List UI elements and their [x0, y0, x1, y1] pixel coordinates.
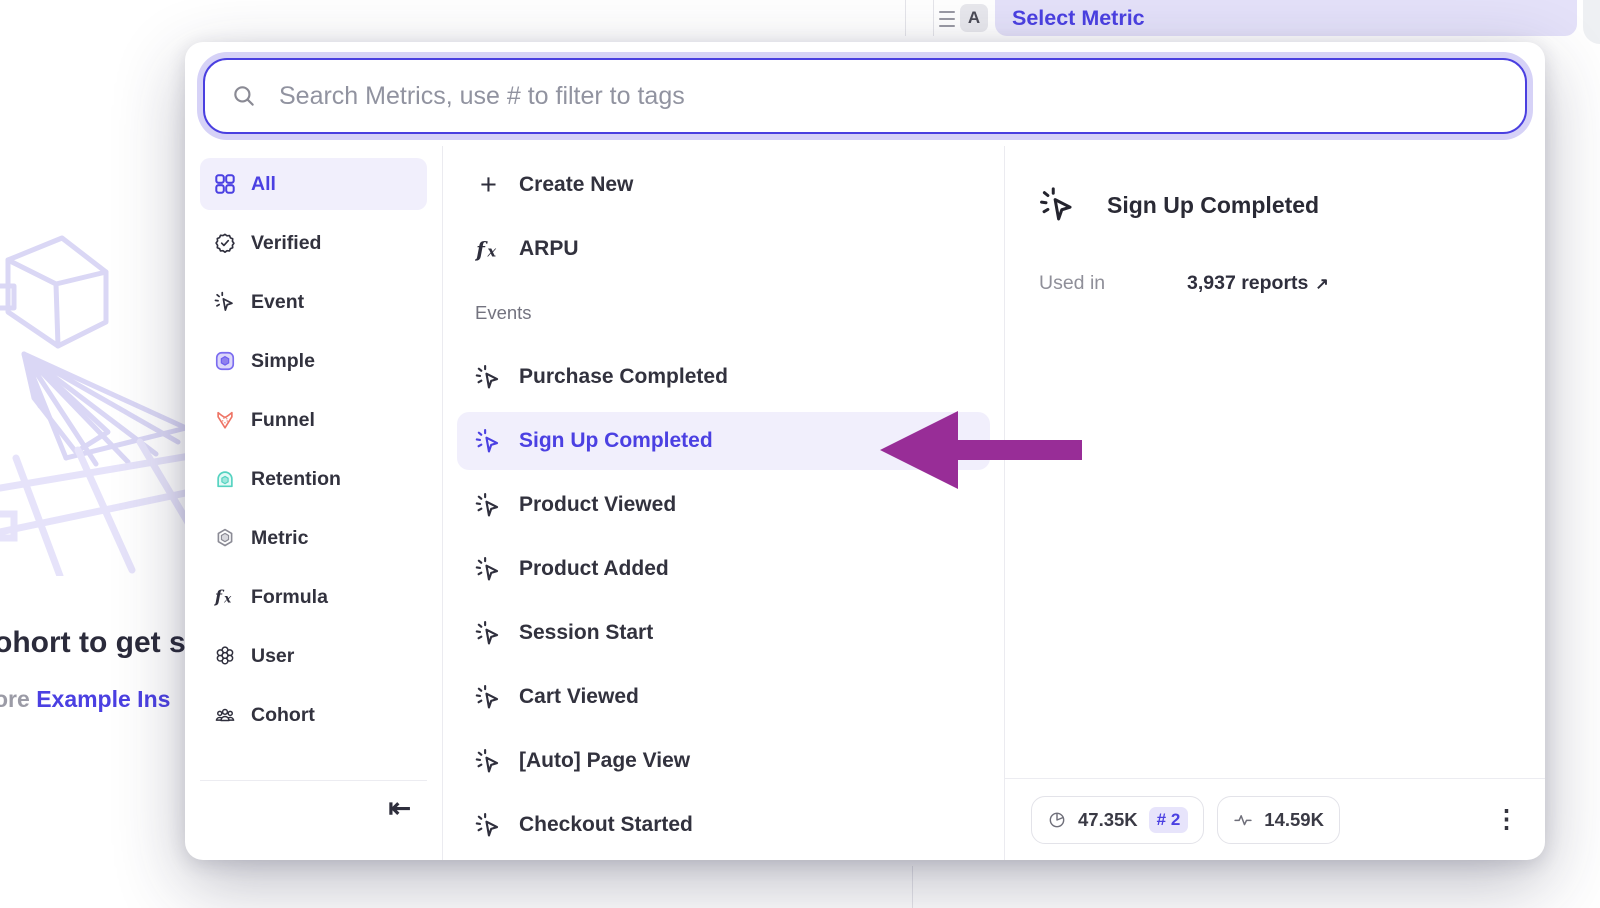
event-cursor-icon: [475, 556, 502, 583]
event-cursor-icon: [475, 748, 502, 775]
user-cluster-icon: [214, 645, 236, 667]
panel-divider-top-2: [933, 0, 934, 36]
sidebar-item-simple[interactable]: Simple: [200, 335, 427, 387]
details-title: Sign Up Completed: [1107, 192, 1319, 219]
event-cursor-icon: [475, 620, 502, 647]
sidebar-item-formula[interactable]: Formula: [200, 571, 427, 623]
sidebar-item-user[interactable]: User: [200, 630, 427, 682]
rank-badge: # 2: [1149, 807, 1189, 833]
cohort-people-icon: [214, 704, 236, 726]
sidebar-item-label: Simple: [251, 350, 315, 373]
list-item-product-added[interactable]: Product Added: [457, 540, 990, 598]
sidebar-item-event[interactable]: Event: [200, 276, 427, 328]
list-item-label: Cart Viewed: [519, 685, 639, 709]
drag-handle-icon[interactable]: [939, 9, 955, 29]
sidebar-item-label: Formula: [251, 586, 328, 609]
list-item-label: Session Start: [519, 621, 653, 645]
list-item-session-start[interactable]: Session Start: [457, 604, 990, 662]
list-item-label: Purchase Completed: [519, 365, 728, 389]
external-link-icon: ↗: [1315, 274, 1328, 294]
sidebar-item-label: User: [251, 645, 294, 668]
sidebar-item-label: All: [251, 173, 276, 196]
metric-details-panel: Sign Up Completed Used in 3,937 reports …: [1005, 146, 1545, 860]
stat-value: 47.35K: [1078, 809, 1138, 831]
list-item-label: Sign Up Completed: [519, 429, 713, 453]
sidebar-item-label: Retention: [251, 468, 341, 491]
event-cursor-icon: [475, 684, 502, 711]
event-cursor-icon: [214, 291, 236, 313]
metric-search-box[interactable]: [203, 58, 1527, 134]
select-metric-row[interactable]: Select Metric: [995, 0, 1577, 36]
annotation-arrow: [878, 404, 1084, 496]
events-section-header: Events: [457, 284, 990, 342]
list-item-label: ARPU: [519, 237, 579, 261]
pie-chart-icon: [1047, 810, 1067, 830]
sidebar-item-metric[interactable]: Metric: [200, 512, 427, 564]
event-cursor-icon: [1039, 186, 1077, 224]
used-in-reports-link[interactable]: 3,937 reports ↗: [1187, 272, 1329, 295]
list-item-arpu[interactable]: ARPU: [457, 220, 990, 278]
search-icon: [231, 83, 257, 109]
formula-fx-icon: [475, 236, 502, 263]
create-new-label: Create New: [519, 173, 633, 197]
list-item-label: Product Added: [519, 557, 669, 581]
list-item-label: Product Viewed: [519, 493, 676, 517]
list-item-auto-page-view[interactable]: [Auto] Page View: [457, 732, 990, 790]
plus-icon: +: [475, 171, 502, 200]
simple-board-icon: [214, 350, 236, 372]
used-in-row: Used in 3,937 reports ↗: [1039, 272, 1521, 295]
panel-divider-bottom: [912, 866, 913, 908]
sidebar-item-retention[interactable]: Retention: [200, 453, 427, 505]
event-cursor-icon: [475, 812, 502, 839]
sidebar-footer: ⇤: [200, 780, 427, 860]
formula-fx-icon: [214, 586, 236, 608]
metric-picker-dialog: All Verified Event Simple Funnel Retenti…: [185, 42, 1545, 860]
sidebar-item-verified[interactable]: Verified: [200, 217, 427, 269]
event-cursor-icon: [475, 492, 502, 519]
list-item-label: Checkout Started: [519, 813, 693, 837]
background-headline-fragment: ohort to get s: [0, 626, 186, 660]
metric-type-sidebar: All Verified Event Simple Funnel Retenti…: [185, 146, 443, 860]
pulse-icon: [1233, 810, 1253, 830]
panel-divider-top-1: [905, 0, 906, 36]
sidebar-item-funnel[interactable]: Funnel: [200, 394, 427, 446]
background-link-line: ore Example Ins: [0, 686, 170, 713]
funnel-icon: [214, 409, 236, 431]
more-options-icon[interactable]: ⋮: [1494, 807, 1519, 832]
example-insights-link[interactable]: Example Ins: [36, 686, 170, 712]
total-count-stat-pill[interactable]: 47.35K # 2: [1031, 796, 1204, 844]
sidebar-item-label: Verified: [251, 232, 321, 255]
collapse-left-icon[interactable]: ⇤: [388, 795, 411, 822]
list-item-purchase-completed[interactable]: Purchase Completed: [457, 348, 990, 406]
used-in-label: Used in: [1039, 272, 1187, 295]
select-metric-label: Select Metric: [1012, 6, 1145, 31]
sidebar-item-label: Event: [251, 291, 304, 314]
event-cursor-icon: [475, 428, 502, 455]
sidebar-item-all[interactable]: All: [200, 158, 427, 210]
event-cursor-icon: [475, 364, 502, 391]
background-link-prefix: ore: [0, 686, 36, 712]
sidebar-item-cohort[interactable]: Cohort: [200, 689, 427, 741]
details-footer: 47.35K # 2 14.59K ⋮: [1005, 778, 1545, 860]
details-header: Sign Up Completed: [1039, 186, 1521, 224]
verified-badge-icon: [214, 232, 236, 254]
series-a-badge: A: [960, 4, 988, 32]
background-wireframe-illustration: [0, 226, 190, 576]
panel-corner: [1583, 0, 1600, 44]
grid-icon: [214, 173, 236, 195]
search-input[interactable]: [277, 81, 1499, 112]
stat-value: 14.59K: [1264, 809, 1324, 831]
sidebar-item-label: Metric: [251, 527, 308, 550]
list-item-checkout-started[interactable]: Checkout Started: [457, 796, 990, 854]
metric-hexagon-icon: [214, 527, 236, 549]
create-new-button[interactable]: + Create New: [457, 156, 990, 214]
sidebar-item-label: Funnel: [251, 409, 315, 432]
activity-stat-pill[interactable]: 14.59K: [1217, 796, 1340, 844]
list-item-cart-viewed[interactable]: Cart Viewed: [457, 668, 990, 726]
retention-icon: [214, 468, 236, 490]
list-item-label: [Auto] Page View: [519, 749, 690, 773]
sidebar-item-label: Cohort: [251, 704, 315, 727]
metric-list: + Create New ARPU Events Purchase Comple…: [443, 146, 1005, 860]
